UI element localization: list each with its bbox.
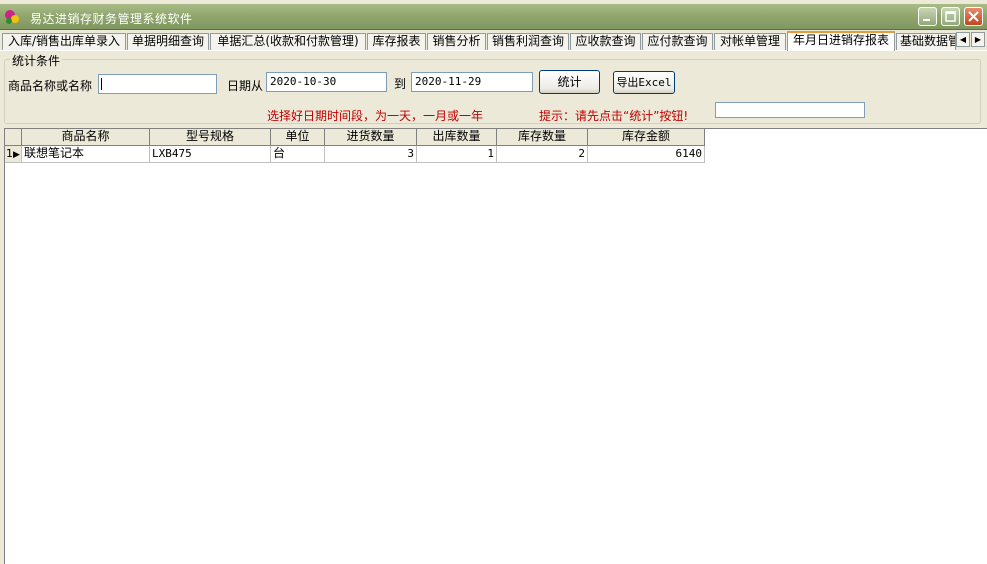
export-excel-button[interactable]: 导出Excel — [613, 71, 675, 94]
tab-statement[interactable]: 对帐单管理 — [714, 33, 786, 50]
column-header[interactable]: 库存数量 — [497, 129, 588, 146]
close-icon — [968, 11, 979, 22]
tab-sales-analysis[interactable]: 销售分析 — [427, 33, 486, 50]
maximize-icon — [945, 11, 956, 22]
date-range-hint: 选择好日期时间段，为一天，一月或一年 — [267, 109, 484, 123]
column-header[interactable]: 型号规格 — [150, 129, 271, 146]
cell-in-qty[interactable]: 3 — [325, 146, 417, 163]
cell-stock-qty[interactable]: 2 — [497, 146, 588, 163]
tab-scroll-right-button[interactable]: ▶ — [971, 32, 985, 47]
minimize-icon — [923, 19, 930, 21]
tab-payables[interactable]: 应付款查询 — [642, 33, 713, 50]
column-header[interactable]: 商品名称 — [22, 129, 150, 146]
window-title: 易达进销存财务管理系统软件 — [30, 12, 193, 26]
tab-inventory-report[interactable]: 库存报表 — [367, 33, 426, 50]
column-header[interactable]: 进货数量 — [325, 129, 417, 146]
stat-button[interactable]: 统计 — [539, 70, 600, 94]
extra-input[interactable] — [715, 102, 865, 118]
arrow-left-icon: ◀ — [959, 35, 967, 44]
product-label: 商品名称或名称 — [8, 79, 93, 93]
current-row-arrow-icon: ▶ — [13, 150, 20, 160]
tab-strip: 入库/销售出库单录入 单据明细查询 单据汇总(收款和付款管理) 库存报表 销售分… — [0, 30, 987, 51]
tab-period-report[interactable]: 年月日进销存报表 — [787, 31, 895, 51]
date-to-label: 到 — [394, 77, 407, 91]
row-indicator: 1▶ — [5, 146, 22, 163]
tab-document-detail[interactable]: 单据明细查询 — [127, 33, 209, 50]
title-bar: 易达进销存财务管理系统软件 — [0, 4, 987, 30]
minimize-button[interactable] — [918, 7, 937, 26]
stat-hint: 提示：请先点击“统计”按钮! — [539, 109, 689, 123]
column-header[interactable]: 库存金额 — [588, 129, 705, 146]
cell-name[interactable]: 联想笔记本 — [22, 146, 150, 163]
tab-receivables[interactable]: 应收款查询 — [570, 33, 641, 50]
report-grid: 商品名称 型号规格 单位 进货数量 出库数量 库存数量 库存金额 1▶ 联想笔记… — [4, 128, 987, 564]
cell-stock-amount[interactable]: 6140 — [588, 146, 705, 163]
tab-sales-profit[interactable]: 销售利润查询 — [487, 33, 569, 50]
cell-unit[interactable]: 台 — [271, 146, 325, 163]
tab-scroll: ◀ ▶ — [956, 32, 986, 47]
tab-basic-data[interactable]: 基础数据管 — [896, 33, 956, 50]
column-header[interactable]: 出库数量 — [417, 129, 497, 146]
cell-model[interactable]: LXB475 — [150, 146, 271, 163]
tab-scroll-left-button[interactable]: ◀ — [956, 32, 970, 47]
date-from-label: 日期从 — [227, 79, 264, 93]
arrow-right-icon: ▶ — [974, 35, 982, 44]
date-from-input[interactable]: 2020-10-30 — [266, 72, 387, 92]
product-input[interactable] — [98, 74, 217, 94]
app-icon — [5, 10, 19, 24]
maximize-button[interactable] — [941, 7, 960, 26]
tab-stock-entry[interactable]: 入库/销售出库单录入 — [2, 33, 126, 50]
text-caret — [101, 78, 102, 90]
row-indicator-header — [5, 129, 22, 146]
column-header[interactable]: 单位 — [271, 129, 325, 146]
cell-out-qty[interactable]: 1 — [417, 146, 497, 163]
close-button[interactable] — [964, 7, 983, 26]
conditions-group-title: 统计条件 — [10, 52, 63, 69]
date-to-input[interactable]: 2020-11-29 — [411, 72, 533, 92]
tab-document-summary[interactable]: 单据汇总(收款和付款管理) — [210, 33, 366, 50]
